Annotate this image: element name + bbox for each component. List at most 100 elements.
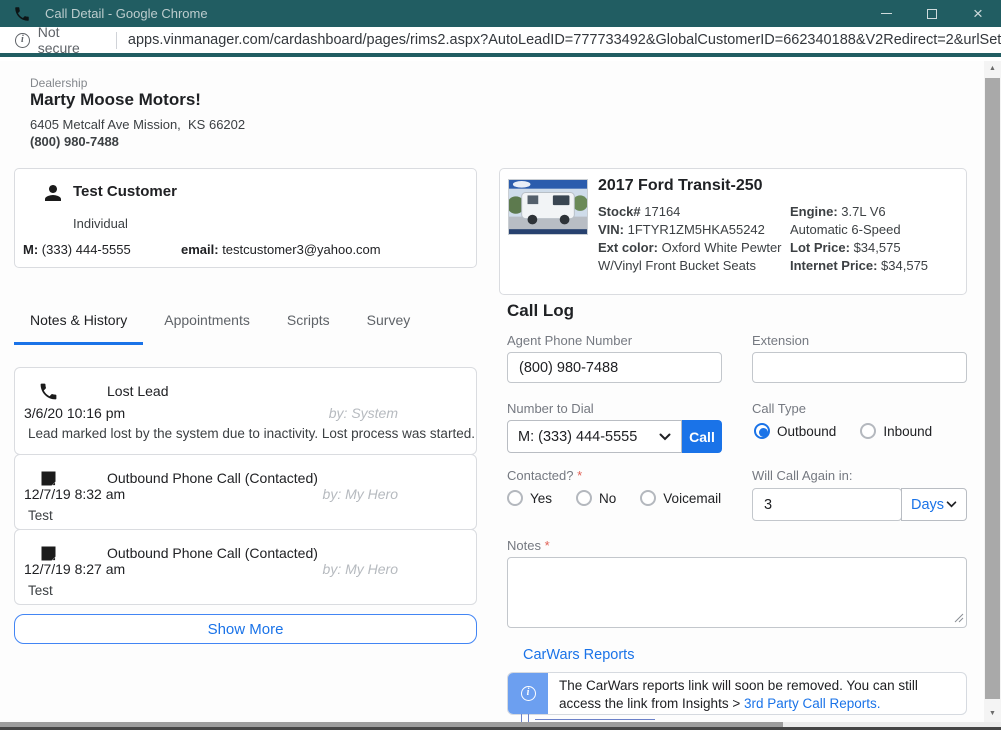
stock-value: 17164 bbox=[641, 204, 681, 219]
customer-type: Individual bbox=[73, 216, 128, 231]
notes-textarea[interactable] bbox=[507, 557, 967, 628]
note-date: 12/7/19 8:32 am bbox=[24, 486, 125, 502]
note-item[interactable]: Outbound Phone Call (Contacted) 12/7/19 … bbox=[14, 529, 477, 605]
note-title: Outbound Phone Call (Contacted) bbox=[107, 545, 318, 561]
maximize-icon bbox=[927, 9, 937, 19]
vehicle-card: 2017 Ford Transit-250 Stock# 17164 VIN: … bbox=[499, 168, 967, 295]
radio-inbound[interactable] bbox=[860, 423, 876, 439]
extension-label: Extension bbox=[752, 333, 809, 348]
lot-price-label: Lot Price: bbox=[790, 240, 850, 255]
note-date: 12/7/19 8:27 am bbox=[24, 561, 125, 577]
radio-no[interactable] bbox=[576, 490, 592, 506]
agent-phone-input[interactable] bbox=[507, 352, 722, 383]
days-unit-select[interactable]: Days bbox=[901, 488, 967, 521]
notes-label-text: Notes bbox=[507, 538, 541, 553]
number-to-dial-label: Number to Dial bbox=[507, 401, 594, 416]
note-item[interactable]: Outbound Phone Call (Contacted) 12/7/19 … bbox=[14, 454, 477, 530]
scrollbar-thumb[interactable] bbox=[985, 78, 1000, 699]
chrome-app-window: Call Detail - Google Chrome × i Not secu… bbox=[0, 0, 1001, 730]
agent-phone-label: Agent Phone Number bbox=[507, 333, 632, 348]
mobile-value: (333) 444-5555 bbox=[38, 242, 131, 257]
clipped-content-fragment bbox=[528, 714, 529, 722]
note-text: Test bbox=[28, 508, 53, 523]
url-text[interactable]: apps.vinmanager.com/cardashboard/pages/r… bbox=[128, 32, 1001, 48]
close-button[interactable]: × bbox=[955, 0, 1001, 27]
info-banner: i The CarWars reports link will soon be … bbox=[507, 672, 967, 715]
browser-url-bar[interactable]: i Not secure apps.vinmanager.com/cardash… bbox=[0, 27, 1001, 57]
will-call-again-input[interactable] bbox=[752, 488, 902, 521]
note-item[interactable]: Lost Lead 3/6/20 10:16 pm by: System Lea… bbox=[14, 367, 477, 455]
vehicle-title: 2017 Ford Transit-250 bbox=[598, 177, 763, 195]
customer-card: Test Customer Individual M: (333) 444-55… bbox=[14, 168, 477, 268]
call-type-label: Call Type bbox=[752, 401, 806, 416]
radio-yes-label: Yes bbox=[530, 491, 552, 506]
note-title: Lost Lead bbox=[107, 383, 169, 399]
email-value: testcustomer3@yahoo.com bbox=[219, 242, 381, 257]
extension-input[interactable] bbox=[752, 352, 967, 383]
url-divider bbox=[116, 32, 117, 49]
required-asterisk: * bbox=[577, 468, 582, 483]
clipped-content-fragment bbox=[535, 719, 655, 720]
security-status: Not secure bbox=[38, 24, 104, 56]
carwars-reports-link[interactable]: CarWars Reports bbox=[523, 647, 634, 663]
clipped-content-fragment bbox=[521, 714, 522, 722]
info-icon: i bbox=[521, 686, 536, 701]
note-date: 3/6/20 10:16 pm bbox=[24, 405, 125, 421]
number-to-dial-select[interactable]: M: (333) 444-5555 bbox=[507, 420, 682, 453]
note-author: by: System bbox=[329, 405, 398, 421]
dealership-phone: (800) 980-7488 bbox=[30, 134, 119, 149]
will-call-again-label: Will Call Again in: bbox=[752, 468, 852, 483]
vehicle-specs-left: Stock# 17164 VIN: 1FTYR1ZM5HKA55242 Ext … bbox=[598, 203, 786, 275]
radio-yes[interactable] bbox=[507, 490, 523, 506]
window-title: Call Detail - Google Chrome bbox=[45, 6, 863, 21]
scroll-down-arrow[interactable]: ▼ bbox=[984, 706, 1001, 722]
minimize-button[interactable] bbox=[863, 0, 909, 27]
ext-color-label: Ext color: bbox=[598, 240, 658, 255]
note-text: Lead marked lost by the system due to in… bbox=[28, 426, 475, 441]
notes-tabs: Notes & History Appointments Scripts Sur… bbox=[14, 304, 431, 345]
vin-value: 1FTYR1ZM5HKA55242 bbox=[624, 222, 765, 237]
dealership-label: Dealership bbox=[30, 76, 87, 90]
transmission-value: Automatic 6-Speed bbox=[790, 222, 901, 237]
page-info-icon[interactable]: i bbox=[15, 33, 30, 48]
contacted-label-text: Contacted? bbox=[507, 468, 574, 483]
radio-voicemail[interactable] bbox=[640, 490, 656, 506]
call-button[interactable]: Call bbox=[682, 420, 722, 453]
radio-outbound[interactable] bbox=[754, 423, 770, 439]
mobile-label: M: bbox=[23, 242, 38, 257]
tab-survey[interactable]: Survey bbox=[351, 304, 427, 345]
minimize-icon bbox=[881, 13, 892, 14]
internet-price-value: $34,575 bbox=[877, 258, 928, 273]
scroll-up-arrow[interactable]: ▲ bbox=[984, 61, 1001, 77]
third-party-reports-link[interactable]: 3rd Party Call Reports. bbox=[744, 696, 881, 711]
internet-price-label: Internet Price: bbox=[790, 258, 877, 273]
email-label: email: bbox=[181, 242, 219, 257]
radio-inbound-label: Inbound bbox=[883, 424, 932, 439]
customer-name: Test Customer bbox=[73, 183, 177, 200]
call-type-radio-group: Outbound Inbound bbox=[754, 423, 932, 439]
maximize-button[interactable] bbox=[909, 0, 955, 27]
person-icon bbox=[41, 181, 65, 205]
contacted-radio-group: Yes No Voicemail bbox=[507, 490, 721, 506]
page-content: Dealership Marty Moose Motors! 6405 Metc… bbox=[0, 61, 1001, 722]
phone-icon bbox=[38, 381, 59, 402]
chevron-down-icon bbox=[659, 433, 671, 441]
window-titlebar: Call Detail - Google Chrome × bbox=[0, 0, 1001, 27]
call-log-title: Call Log bbox=[507, 301, 574, 321]
note-text: Test bbox=[28, 583, 53, 598]
vertical-scrollbar[interactable]: ▲ ▼ bbox=[984, 61, 1001, 722]
tab-scripts[interactable]: Scripts bbox=[271, 304, 346, 345]
show-more-button[interactable]: Show More bbox=[14, 614, 477, 644]
info-icon-area: i bbox=[508, 673, 548, 714]
radio-no-label: No bbox=[599, 491, 616, 506]
contacted-label: Contacted? * bbox=[507, 468, 582, 483]
days-unit-value: Days bbox=[911, 497, 944, 513]
window-controls: × bbox=[863, 0, 1001, 27]
radio-voicemail-label: Voicemail bbox=[663, 491, 721, 506]
note-author: by: My Hero bbox=[323, 561, 398, 577]
engine-value: 3.7L V6 bbox=[838, 204, 886, 219]
tab-appointments[interactable]: Appointments bbox=[148, 304, 266, 345]
number-to-dial-value: M: (333) 444-5555 bbox=[518, 429, 637, 445]
textarea-resize-grip[interactable] bbox=[954, 613, 964, 623]
tab-notes-history[interactable]: Notes & History bbox=[14, 304, 143, 345]
